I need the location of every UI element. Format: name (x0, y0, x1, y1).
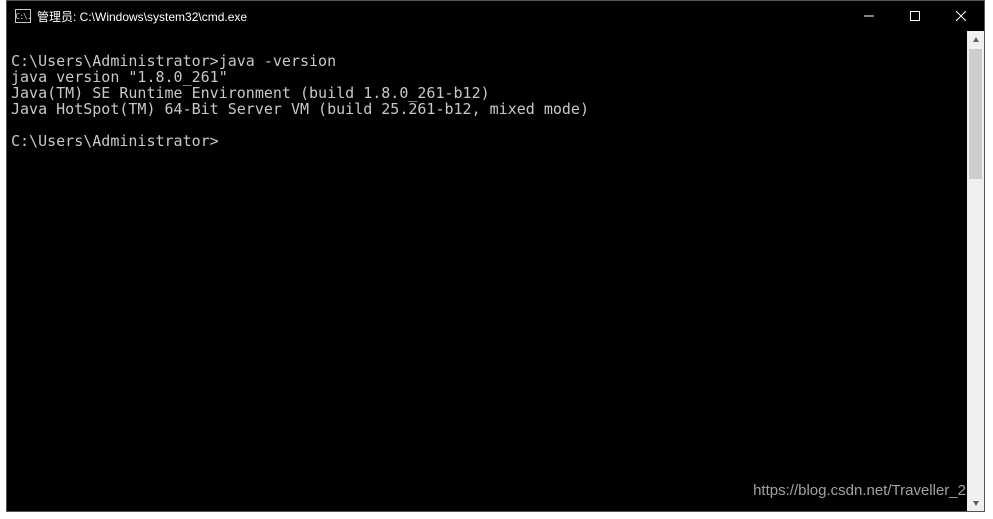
terminal-line (11, 117, 963, 133)
terminal-output[interactable]: C:\Users\Administrator>java -versionjava… (7, 31, 967, 511)
cmd-icon: C:\. (15, 9, 31, 23)
scroll-up-button[interactable] (967, 31, 984, 48)
window-title: 管理员: C:\Windows\system32\cmd.exe (37, 8, 247, 25)
minimize-button[interactable] (846, 1, 892, 31)
terminal-line: Java(TM) SE Runtime Environment (build 1… (11, 85, 963, 101)
terminal-line: Java HotSpot(TM) 64-Bit Server VM (build… (11, 101, 963, 117)
close-button[interactable] (938, 1, 984, 31)
titlebar[interactable]: C:\. 管理员: C:\Windows\system32\cmd.exe (7, 1, 984, 31)
client-area: C:\Users\Administrator>java -versionjava… (7, 31, 984, 511)
terminal-line: C:\Users\Administrator>java -version (11, 53, 963, 69)
scroll-down-button[interactable] (967, 494, 984, 511)
maximize-button[interactable] (892, 1, 938, 31)
scroll-thumb[interactable] (969, 49, 982, 179)
cmd-window: C:\. 管理员: C:\Windows\system32\cmd.exe C:… (6, 0, 985, 512)
terminal-line: java version "1.8.0_261" (11, 69, 963, 85)
window-controls (846, 1, 984, 31)
terminal-line (11, 37, 963, 53)
terminal-line: C:\Users\Administrator> (11, 133, 963, 149)
vertical-scrollbar[interactable] (967, 31, 984, 511)
